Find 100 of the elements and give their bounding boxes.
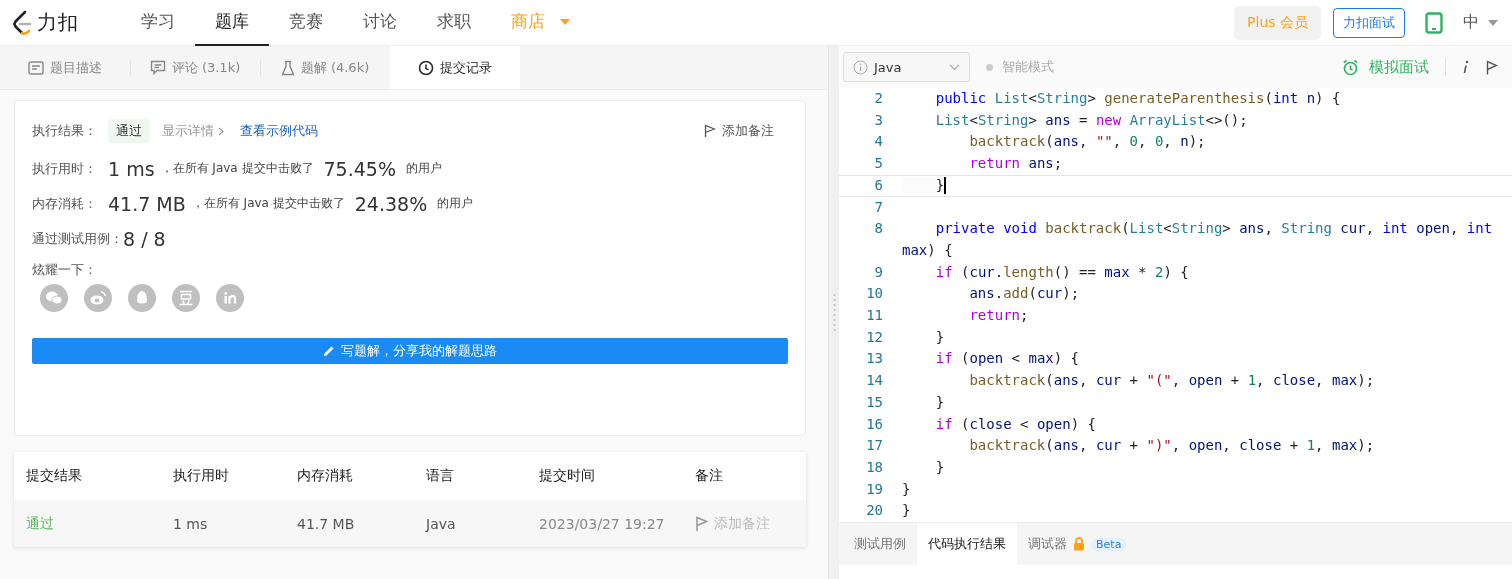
line-number: 15 bbox=[865, 392, 883, 412]
column-header: 执行用时 bbox=[173, 467, 230, 485]
linkedin-icon[interactable] bbox=[216, 284, 244, 312]
code-line: } bbox=[902, 480, 911, 497]
panel-tab[interactable]: 提交记录 bbox=[390, 46, 520, 89]
code-line: private void backtrack(List<String> ans, String cur, int open, int max) { bbox=[902, 220, 1494, 258]
test-cases-label: 通过测试用例： bbox=[32, 229, 123, 248]
sample-code-link[interactable]: 查看示例代码 bbox=[240, 122, 318, 140]
wechat-icon[interactable] bbox=[40, 284, 68, 312]
console-tab[interactable]: 代码执行结果 bbox=[917, 523, 1017, 565]
line-number: 14 bbox=[865, 371, 883, 391]
line-number: 9 bbox=[873, 262, 883, 282]
table-cell-text: 41.7 MB bbox=[297, 515, 356, 532]
line-number: 20 bbox=[865, 501, 883, 521]
add-note-button[interactable]: 添加备注 bbox=[704, 122, 774, 140]
nav-link[interactable]: 讨论 bbox=[343, 0, 417, 46]
tablet-icon[interactable] bbox=[1425, 11, 1443, 34]
logo-icon[interactable] bbox=[12, 9, 34, 36]
dot-icon bbox=[986, 63, 993, 71]
line-number: 12 bbox=[865, 327, 883, 347]
caret-icon bbox=[1488, 19, 1498, 26]
code-line: if (open < max) { bbox=[934, 350, 1080, 367]
flag-icon bbox=[704, 124, 716, 138]
panel-tab[interactable]: 题解 (4.6k) bbox=[260, 46, 390, 89]
console-tab[interactable]: 测试用例 bbox=[843, 523, 917, 565]
line-number: 6 bbox=[873, 175, 883, 195]
column-header: 提交结果 bbox=[26, 467, 83, 485]
table-cell-text: 2023/03/27 19:27 bbox=[539, 515, 666, 532]
line-number: 16 bbox=[865, 414, 883, 434]
line-number: 13 bbox=[865, 349, 883, 369]
table-cell-text: Java bbox=[426, 515, 457, 532]
line-number: 8 bbox=[873, 219, 883, 239]
line-number: 19 bbox=[865, 479, 883, 499]
result-label: 执行结果： bbox=[32, 122, 98, 140]
test-cases-value: 8 / 8 bbox=[123, 227, 166, 250]
line-number: 18 bbox=[865, 457, 883, 477]
flag-icon[interactable] bbox=[1486, 59, 1498, 75]
nav-link[interactable]: 学习 bbox=[121, 0, 195, 46]
code-line: List<String> ans = new ArrayList<>(); bbox=[934, 111, 1248, 128]
code-line: } bbox=[934, 328, 945, 345]
stat-value: 1 ms bbox=[108, 157, 155, 180]
line-number: 3 bbox=[873, 110, 883, 130]
console-tab[interactable]: 调试器 Beta bbox=[1017, 523, 1138, 565]
code-line: } bbox=[934, 393, 945, 410]
stat-suffix: 的用户 bbox=[406, 160, 442, 177]
line-number: 17 bbox=[865, 436, 883, 456]
pencil-icon bbox=[323, 345, 335, 357]
line-number: 10 bbox=[865, 284, 883, 304]
info-icon bbox=[853, 59, 868, 75]
nav-link[interactable]: 求职 bbox=[417, 0, 491, 46]
logo-text[interactable]: 力扣 bbox=[37, 9, 79, 36]
qq-icon[interactable] bbox=[128, 284, 156, 312]
line-number: 11 bbox=[865, 306, 883, 326]
stat-label: 内存消耗： bbox=[32, 194, 98, 213]
code-line: ans.add(cur); bbox=[968, 285, 1080, 302]
panel-tab[interactable]: 评论 (3.1k) bbox=[130, 46, 260, 89]
caret-icon bbox=[559, 17, 571, 26]
stat-percent: 24.38% bbox=[354, 192, 428, 215]
stat-suffix: 的用户 bbox=[437, 195, 474, 212]
drag-handle-icon[interactable] bbox=[832, 292, 836, 333]
status-tag: 通过 bbox=[108, 119, 150, 143]
column-header: 内存消耗 bbox=[297, 467, 354, 485]
share-label: 炫耀一下： bbox=[32, 261, 98, 279]
write-solution-button[interactable]: 写题解，分享我的解题思路 bbox=[32, 338, 788, 364]
comment-icon bbox=[149, 60, 166, 75]
info-icon[interactable] bbox=[1462, 59, 1470, 75]
stat-percent: 75.45% bbox=[323, 157, 396, 180]
column-header: 语言 bbox=[426, 467, 455, 485]
code-line: } bbox=[934, 458, 945, 475]
weibo-icon[interactable] bbox=[84, 284, 112, 312]
code-line: if (close < open) { bbox=[934, 415, 1096, 432]
line-number: 2 bbox=[873, 89, 883, 108]
code-line: backtrack(ans, cur + ")", open, close + 1, max); bbox=[968, 437, 1375, 454]
code-line: backtrack(ans, cur + "(", open + 1, close, max); bbox=[968, 372, 1375, 389]
column-header: 备注 bbox=[695, 467, 724, 485]
flag-icon bbox=[695, 515, 708, 532]
flask-icon bbox=[280, 59, 295, 76]
table-row[interactable]: 通过 1 ms 41.7 MB Java 2023/03/27 19:27 添加备注 bbox=[14, 500, 806, 547]
panel-tab[interactable]: 题目描述 bbox=[0, 46, 130, 89]
table-cell-text: 通过 bbox=[26, 514, 55, 533]
clock-icon bbox=[418, 59, 434, 76]
stat-label: 执行用时： bbox=[32, 159, 98, 178]
code-line: if (cur.length() == max * 2) { bbox=[934, 263, 1189, 280]
code-line: } bbox=[902, 502, 911, 519]
line-number: 5 bbox=[873, 154, 883, 174]
language-dropdown[interactable]: 中 bbox=[1463, 12, 1498, 33]
line-number: 7 bbox=[873, 197, 883, 217]
beta-badge: Beta bbox=[1091, 537, 1127, 551]
stat-text: ，在所有 Java 提交中击败了 bbox=[160, 160, 314, 177]
column-header: 提交时间 bbox=[539, 467, 596, 485]
language-select[interactable]: Java bbox=[843, 52, 970, 82]
interview-button[interactable]: 力扣面试 bbox=[1333, 7, 1405, 38]
douban-icon[interactable] bbox=[172, 284, 200, 312]
code-line: backtrack(ans, "", 0, 0, n); bbox=[968, 133, 1206, 150]
line-number: 4 bbox=[873, 132, 883, 152]
stat-value: 41.7 MB bbox=[108, 192, 186, 215]
nav-link[interactable]: 竞赛 bbox=[269, 0, 343, 46]
document-icon bbox=[28, 60, 44, 75]
code-line: public List<String> generateParenthesis(int n) { bbox=[934, 90, 1341, 106]
table-cell-text: 1 ms bbox=[173, 515, 209, 532]
